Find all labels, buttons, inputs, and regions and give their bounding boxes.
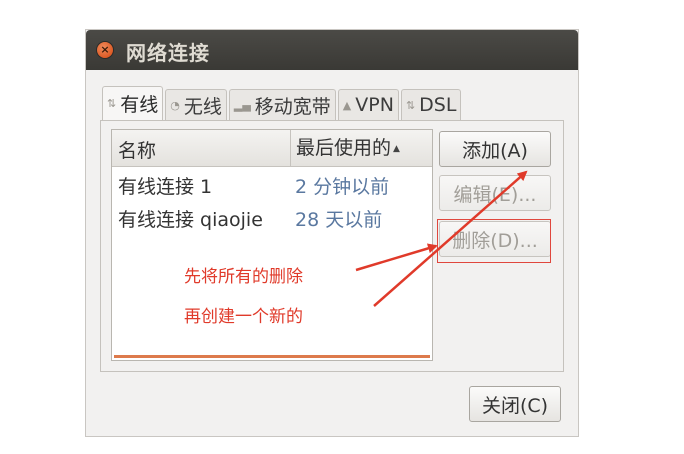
arrow-to-delete (355, 243, 438, 272)
annotation-arrows (355, 170, 528, 307)
arrow-to-add (373, 170, 528, 307)
